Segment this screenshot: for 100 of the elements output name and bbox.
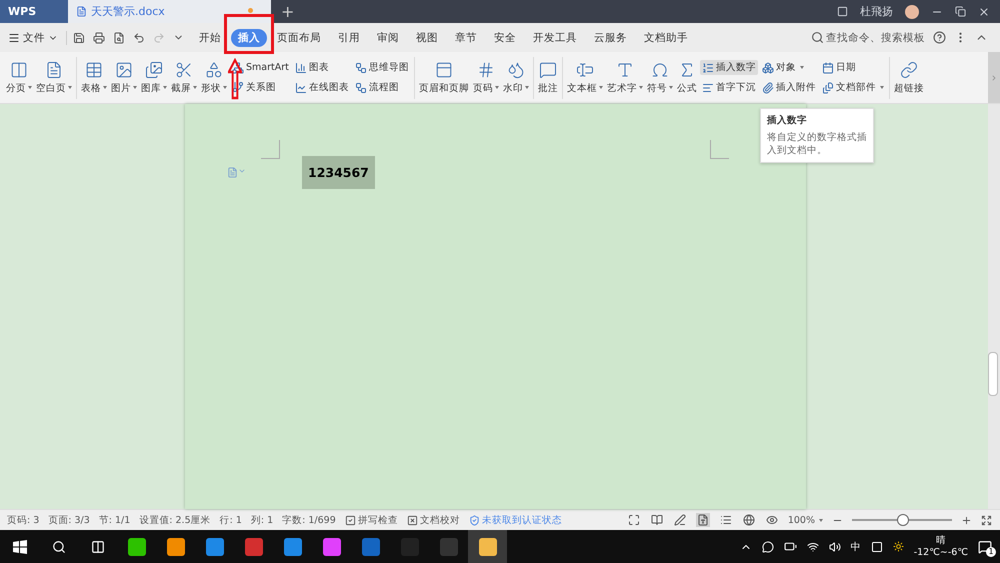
ribbon-button[interactable]: 符号	[644, 54, 675, 100]
zoom-in-icon[interactable]	[961, 514, 972, 526]
ribbon-tab[interactable]: 安全	[487, 28, 523, 46]
fullscreen-icon[interactable]	[981, 514, 992, 526]
file-menu[interactable]: 文件	[8, 30, 67, 44]
doc-check-button[interactable]: 文档校对	[406, 514, 460, 526]
view-mode-button[interactable]	[650, 513, 664, 527]
ribbon-button[interactable]: 形状	[199, 54, 229, 100]
ribbon-button[interactable]: 首字下沉	[700, 80, 758, 95]
document-text: 1234567	[302, 156, 375, 189]
ribbon-button[interactable]: 页码	[470, 54, 501, 100]
spell-check-button[interactable]: 拼写检查	[344, 514, 398, 526]
ribbon-tab[interactable]: 章节	[448, 28, 484, 46]
gallery-icon	[145, 60, 163, 78]
margin-mark	[261, 140, 280, 159]
hash-icon	[476, 60, 495, 78]
ribbon-button[interactable]: 空白页	[34, 54, 74, 100]
margin-mark	[710, 140, 729, 159]
ribbon-button[interactable]: 艺术字	[604, 54, 645, 100]
view-mode-button[interactable]	[626, 513, 641, 527]
ribbon-button[interactable]: 页眉和页脚	[416, 54, 471, 100]
input-method[interactable]: 中	[850, 540, 861, 554]
ribbon-button[interactable]: 关系图	[230, 80, 291, 94]
document-parts-icon	[822, 82, 834, 94]
ribbon-button[interactable]: 水印	[500, 54, 531, 100]
status-text: 节: 1/1	[98, 514, 130, 526]
ribbon-button[interactable]: 超链接	[892, 54, 926, 100]
ribbon-button[interactable]: 分页	[4, 54, 34, 100]
caret-icon	[819, 518, 823, 522]
ribbon-tab[interactable]: 插入	[231, 28, 267, 46]
ribbon-button[interactable]: 图片	[109, 54, 139, 100]
ribbon-tab[interactable]: 开发工具	[526, 28, 584, 46]
ribbon-button[interactable]: 思维导图	[352, 60, 411, 75]
ribbon-button[interactable]: 文档部件	[820, 80, 886, 95]
restore-icon[interactable]	[955, 6, 966, 17]
ribbon-button[interactable]: 截屏	[169, 54, 199, 100]
number-icon	[702, 62, 714, 74]
status-text: 设置值: 2.5厘米	[139, 514, 211, 526]
close-icon[interactable]	[978, 6, 990, 18]
ribbon-button[interactable]: 图库	[139, 54, 169, 100]
drop-cap-icon	[702, 82, 714, 94]
task-view-icon	[90, 540, 104, 554]
view-mode-button[interactable]	[764, 513, 779, 527]
command-search[interactable]: 查找命令、搜索模板	[811, 30, 925, 44]
zoom-slider-thumb[interactable]	[897, 514, 909, 526]
ribbon-button[interactable]: SmartArt	[230, 60, 291, 74]
ribbon-tab[interactable]: 页面布局	[270, 28, 328, 46]
shapes-icon	[205, 60, 223, 78]
view-mode-button[interactable]	[696, 513, 710, 527]
window-icon[interactable]	[837, 6, 848, 17]
ribbon-button[interactable]: 表格	[79, 54, 109, 100]
ribbon-button[interactable]: 文本框	[564, 54, 605, 100]
view-mode-button[interactable]	[672, 513, 687, 527]
ribbon-button[interactable]: 批注	[536, 54, 560, 100]
document-tab[interactable]: 天天警示.docx	[68, 0, 271, 23]
ribbon-button[interactable]: 公式	[674, 54, 699, 100]
ribbon-tab[interactable]: 视图	[409, 28, 445, 46]
chat-tray-icon[interactable]	[762, 540, 774, 552]
tooltip-title: 插入数字	[767, 114, 808, 127]
view-mode-button[interactable]	[742, 513, 756, 527]
shield-icon	[468, 514, 480, 526]
omega-icon	[650, 60, 669, 78]
app-tab[interactable]: WPS	[0, 0, 68, 23]
scroll-thumb[interactable]	[988, 352, 998, 396]
battery-icon[interactable]	[784, 540, 797, 553]
chevron-icon	[990, 74, 998, 82]
print-icon[interactable]	[93, 32, 105, 44]
blank-page-icon	[45, 60, 63, 78]
help-icon[interactable]	[933, 31, 946, 44]
undo-icon[interactable]	[133, 32, 145, 44]
save-icon[interactable]	[73, 32, 85, 44]
ribbon-button[interactable]: 日期	[820, 60, 886, 75]
new-tab-button[interactable]: +	[271, 0, 304, 23]
ribbon-tab[interactable]: 引用	[331, 28, 367, 46]
ribbon-tab[interactable]: 云服务	[587, 28, 634, 46]
weather-widget[interactable]: 晴 -12℃~-6℃	[914, 535, 968, 558]
paperclip-icon	[762, 82, 774, 94]
preview-icon[interactable]	[113, 32, 125, 44]
ribbon-button[interactable]: 对象	[760, 60, 818, 75]
online-chart-icon	[294, 82, 307, 94]
zoom-level[interactable]: 100%	[788, 514, 823, 526]
ribbon-tab[interactable]: 文档助手	[637, 28, 695, 46]
watermark-icon	[506, 60, 525, 78]
wifi-icon[interactable]	[806, 540, 819, 552]
ribbon-button[interactable]: 流程图	[352, 80, 411, 95]
object-icon	[762, 62, 774, 74]
table-icon	[85, 60, 103, 78]
ribbon-button[interactable]: 在线图表	[292, 80, 351, 95]
taskbar-button[interactable]	[468, 530, 507, 563]
ribbon-tab[interactable]: 审阅	[370, 28, 406, 46]
search-icon	[811, 31, 824, 44]
document-icon	[76, 6, 87, 17]
ribbon-button[interactable]: 插入数字	[700, 60, 758, 75]
ribbon-button[interactable]: 插入附件	[760, 80, 818, 95]
ribbon-button[interactable]: 图表	[292, 60, 351, 75]
status-text: 列: 1	[250, 514, 274, 526]
volume-icon[interactable]	[828, 540, 841, 552]
ribbon-tab[interactable]: 开始	[192, 28, 228, 46]
tray-app-icon[interactable]	[870, 540, 883, 552]
page-break-icon	[10, 60, 28, 78]
